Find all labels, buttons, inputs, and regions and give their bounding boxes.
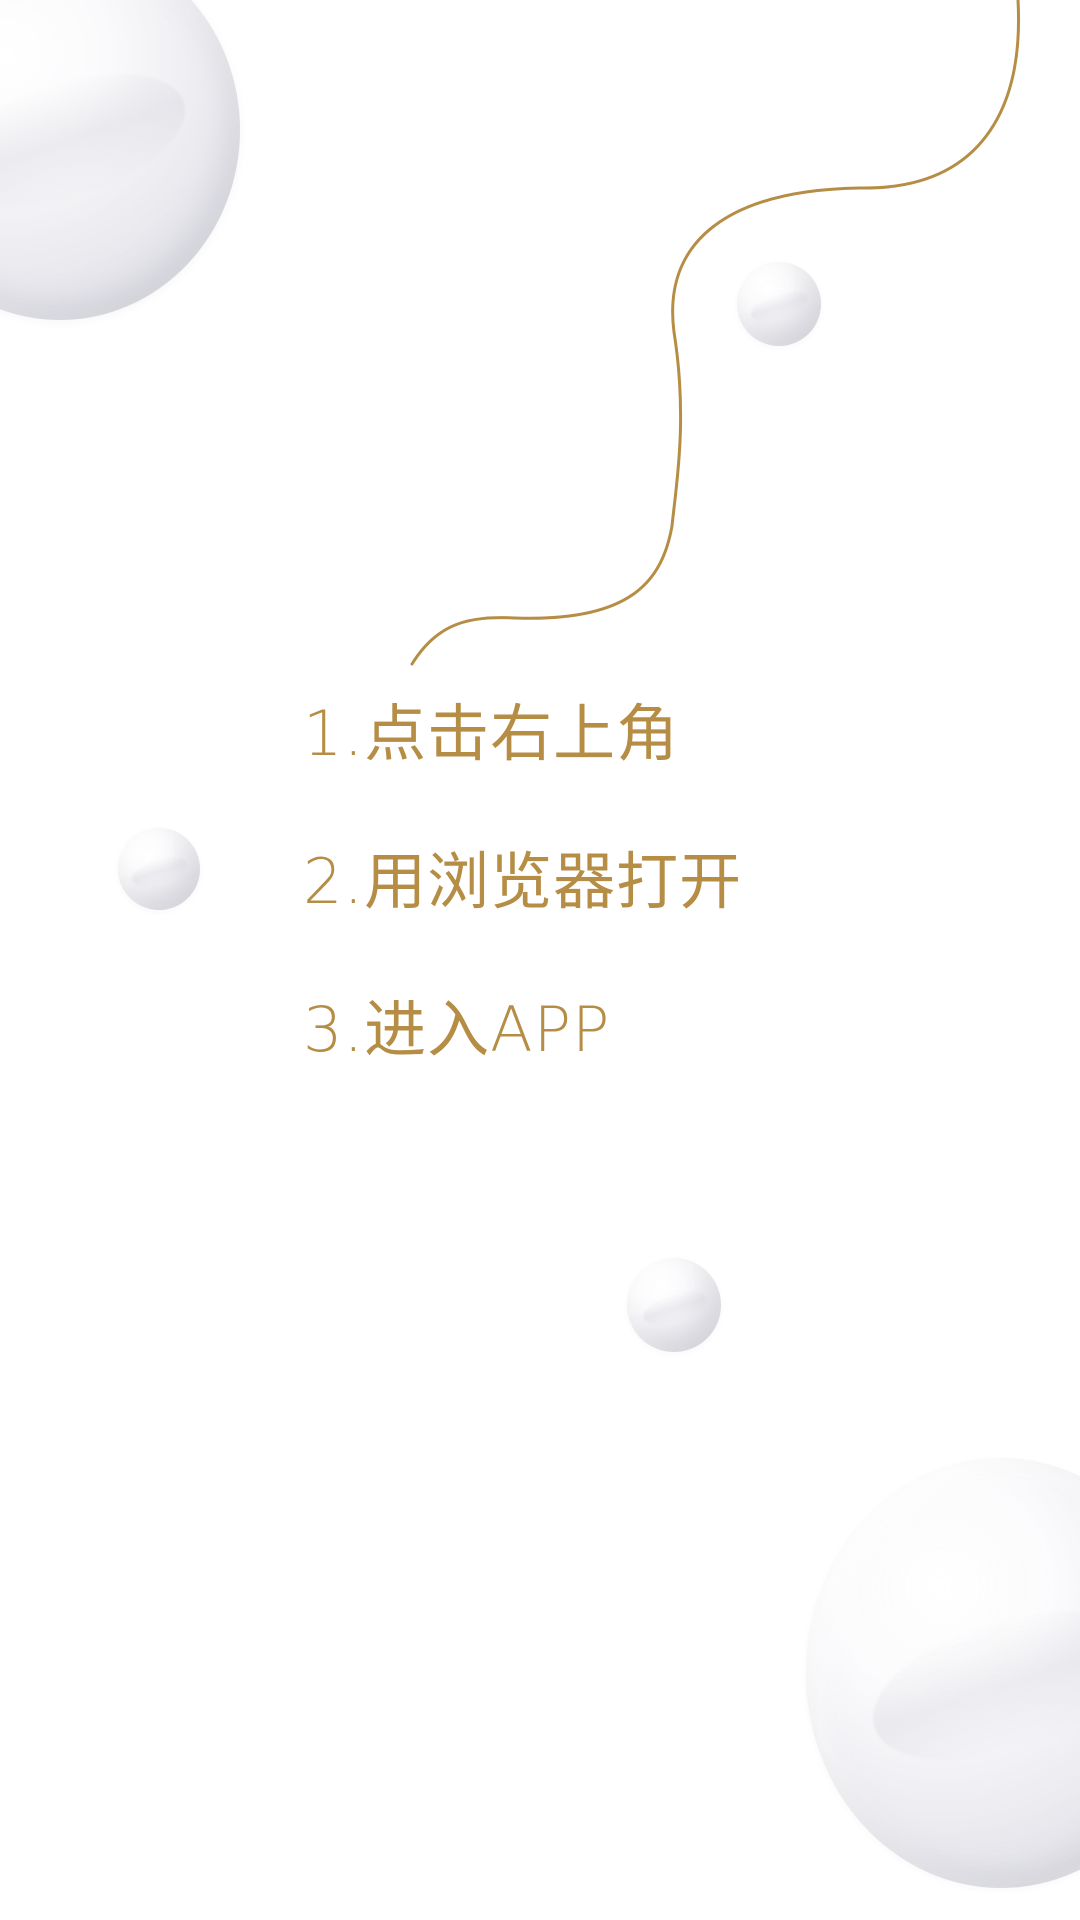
instruction-step: 3.进入APP	[303, 993, 611, 1066]
wavy-line-path	[410, 0, 1021, 666]
pearl-icon	[737, 262, 821, 346]
pearl-icon	[118, 828, 200, 910]
instruction-step: 1.点击右上角	[303, 697, 680, 770]
guide-screen: 1.点击右上角 2.用浏览器打开 3.进入APP	[0, 0, 1080, 1920]
instruction-step: 2.用浏览器打开	[303, 845, 743, 918]
pearl-icon	[627, 1258, 721, 1352]
instruction-steps: 1.点击右上角 2.用浏览器打开 3.进入APP	[303, 703, 923, 1061]
pearl-icon	[806, 1458, 1080, 1888]
pearl-icon	[0, 0, 240, 320]
